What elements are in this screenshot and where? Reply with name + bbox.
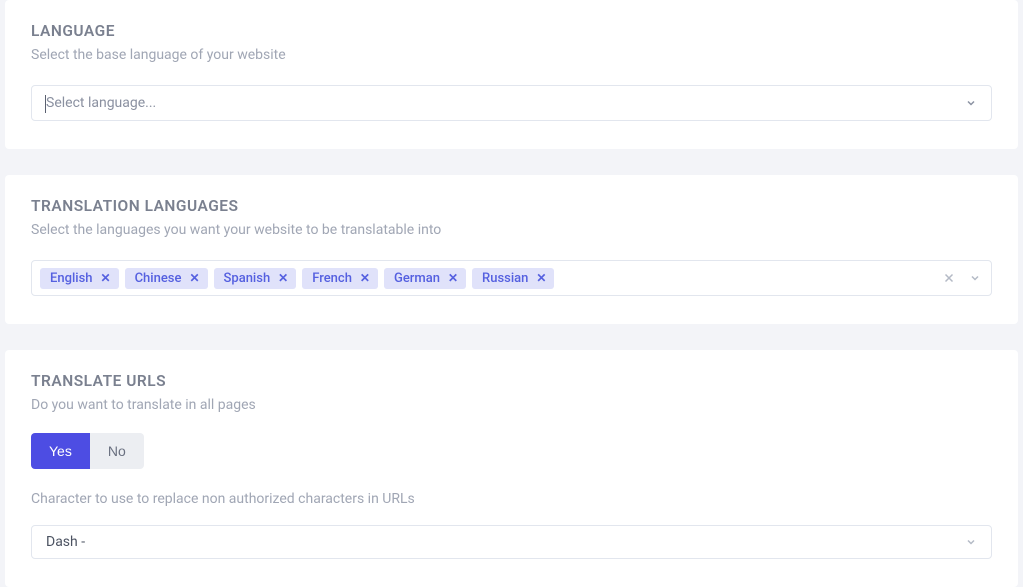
chevron-down-icon [965, 536, 977, 548]
language-tag: English ✕ [40, 268, 119, 289]
url-char-value: Dash - [46, 534, 85, 550]
translation-languages-title: TRANSLATION LANGUAGES [31, 197, 992, 215]
tag-label: French [312, 272, 352, 285]
yes-button[interactable]: Yes [31, 433, 90, 469]
tag-remove-icon[interactable]: ✕ [278, 272, 288, 284]
translate-urls-section: TRANSLATE URLS Do you want to translate … [5, 350, 1018, 587]
language-tag: French ✕ [302, 268, 378, 289]
language-tag: Spanish ✕ [214, 268, 297, 289]
tag-label: Russian [482, 272, 528, 285]
translation-languages-multiselect[interactable]: English ✕ Chinese ✕ Spanish ✕ French ✕ G… [31, 260, 992, 296]
tag-remove-icon[interactable]: ✕ [360, 272, 370, 284]
translate-urls-toggle: Yes No [31, 433, 144, 469]
language-select[interactable]: Select language... [31, 85, 992, 121]
tag-remove-icon[interactable]: ✕ [189, 272, 199, 284]
language-placeholder: Select language... [46, 95, 156, 111]
translate-urls-subtitle: Do you want to translate in all pages [31, 397, 992, 413]
tag-remove-icon[interactable]: ✕ [536, 272, 546, 284]
translation-languages-subtitle: Select the languages you want your websi… [31, 222, 992, 238]
translate-urls-title: TRANSLATE URLS [31, 372, 992, 390]
language-subtitle: Select the base language of your website [31, 47, 992, 63]
chevron-down-icon[interactable] [969, 272, 981, 284]
chevron-down-icon [965, 97, 977, 109]
tag-label: English [50, 272, 93, 285]
language-tag: Russian ✕ [472, 268, 554, 289]
tag-label: Spanish [224, 272, 271, 285]
tag-label: Chinese [135, 272, 182, 285]
language-tag: Chinese ✕ [125, 268, 208, 289]
tag-remove-icon[interactable]: ✕ [101, 272, 111, 284]
language-section: LANGUAGE Select the base language of you… [5, 0, 1018, 149]
clear-all-icon[interactable] [943, 272, 955, 284]
url-char-label: Character to use to replace non authoriz… [31, 491, 992, 507]
language-tag: German ✕ [384, 268, 466, 289]
tag-remove-icon[interactable]: ✕ [448, 272, 458, 284]
multiselect-actions [943, 272, 981, 284]
translation-languages-section: TRANSLATION LANGUAGES Select the languag… [5, 175, 1018, 324]
language-title: LANGUAGE [31, 22, 992, 40]
url-char-select[interactable]: Dash - [31, 525, 992, 559]
tag-label: German [394, 272, 440, 285]
text-caret-icon [45, 95, 46, 113]
no-button[interactable]: No [90, 433, 144, 469]
